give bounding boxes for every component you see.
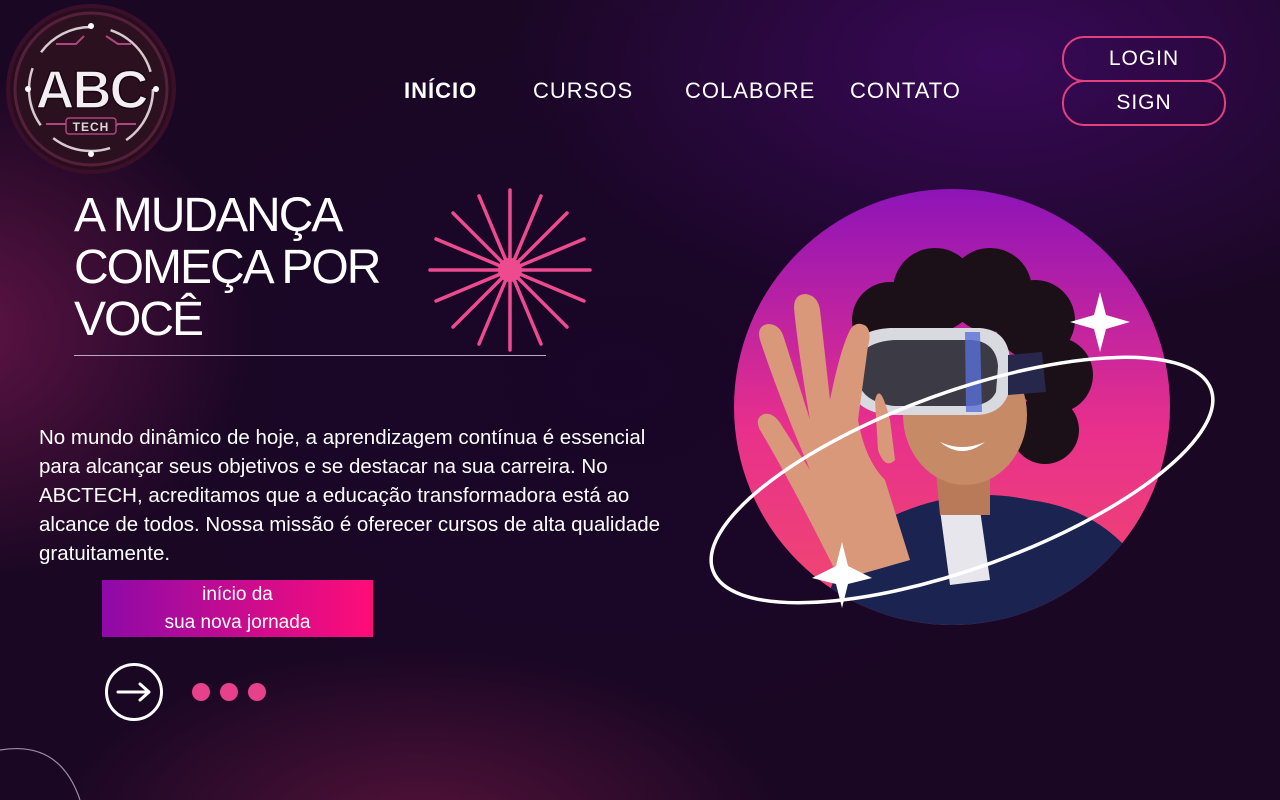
nav-contato[interactable]: CONTATO (850, 78, 961, 104)
next-slide-button[interactable] (105, 663, 163, 721)
logo-subtext: TECH (73, 120, 110, 134)
vr-hero-illustration (709, 189, 1215, 625)
hero-headline: A MUDANÇA COMEÇA POR VOCÊ (74, 189, 381, 346)
carousel-dot-2[interactable] (220, 683, 238, 701)
corner-curve-decoration (0, 748, 81, 800)
cta-line-2: sua nova jornada (164, 611, 311, 633)
headline-divider (74, 355, 546, 356)
nav-colabore[interactable]: COLABORE (685, 78, 815, 104)
sign-button[interactable]: SIGN (1062, 80, 1226, 126)
nav-inicio[interactable]: INÍCIO (404, 78, 477, 104)
carousel-dot-1[interactable] (192, 683, 210, 701)
hero-description: No mundo dinâmico de hoje, a aprendizage… (39, 426, 661, 565)
login-button[interactable]: LOGIN (1062, 36, 1226, 82)
cta-line-1: início da (202, 583, 273, 605)
abctech-logo[interactable]: ABC TECH (6, 4, 176, 174)
starburst-icon (428, 188, 592, 352)
start-journey-button[interactable]: início da sua nova jornada (102, 580, 373, 637)
logo-text: ABC (36, 60, 148, 120)
arrow-right-icon (116, 682, 151, 702)
logo-emblem: ABC TECH (13, 11, 169, 167)
carousel-dot-3[interactable] (248, 683, 266, 701)
nav-cursos[interactable]: CURSOS (533, 78, 633, 104)
